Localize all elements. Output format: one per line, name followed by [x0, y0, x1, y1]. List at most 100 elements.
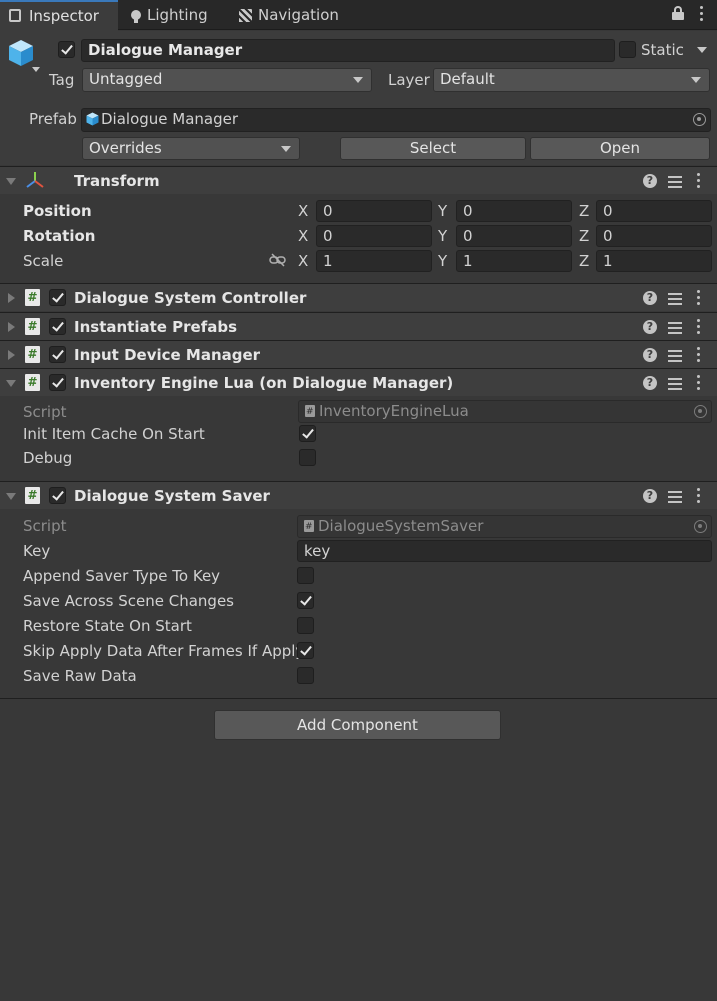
debug-checkbox[interactable] [299, 449, 316, 466]
inventory-lua-body: Script InventoryEngineLua Init Item Cach… [0, 396, 717, 481]
component-input-device-manager[interactable]: # Input Device Manager ? [0, 340, 717, 368]
scale-z-axis[interactable]: Z [579, 251, 589, 271]
object-picker-icon[interactable] [693, 113, 706, 126]
rotation-y-axis[interactable]: Y [438, 226, 447, 246]
position-y-field[interactable]: 0 [456, 200, 572, 222]
rotation-z-field[interactable]: 0 [596, 225, 712, 247]
component-title: Input Device Manager [74, 346, 261, 364]
foldout-open-icon[interactable] [6, 380, 16, 387]
icon-dropdown-caret[interactable] [32, 67, 40, 72]
saver-body: Script DialogueSystemSaver Key key Appen… [0, 509, 717, 699]
component-enabled-checkbox[interactable] [49, 318, 66, 335]
save-raw-data-checkbox[interactable] [297, 667, 314, 684]
foldout-closed-icon[interactable] [8, 322, 15, 332]
tab-lighting[interactable]: Lighting [120, 0, 224, 30]
layer-dropdown[interactable]: Default [433, 68, 710, 92]
context-menu-icon[interactable] [697, 346, 701, 364]
tab-lighting-label: Lighting [147, 6, 208, 24]
script-asset-icon [305, 402, 315, 422]
foldout-closed-icon[interactable] [8, 293, 15, 303]
layer-label: Layer [388, 71, 430, 89]
tag-dropdown[interactable]: Untagged [82, 68, 372, 92]
scale-y-axis[interactable]: Y [438, 251, 447, 271]
presets-icon[interactable] [667, 290, 683, 306]
help-icon[interactable]: ? [643, 291, 657, 305]
prefab-open-button[interactable]: Open [530, 137, 710, 160]
presets-icon[interactable] [667, 375, 683, 391]
script-label: Script [23, 403, 67, 421]
context-menu-icon[interactable] [697, 487, 701, 505]
component-enabled-checkbox[interactable] [49, 374, 66, 391]
component-enabled-checkbox[interactable] [49, 289, 66, 306]
skip-apply-data-checkbox[interactable] [297, 642, 314, 659]
script-icon: # [25, 487, 40, 504]
position-z-axis[interactable]: Z [579, 201, 589, 221]
object-name-field[interactable]: Dialogue Manager [81, 39, 615, 62]
add-component-button[interactable]: Add Component [214, 710, 501, 740]
rotation-z-axis[interactable]: Z [579, 226, 589, 246]
object-picker-icon[interactable] [694, 520, 707, 533]
script-icon: # [25, 289, 40, 306]
component-dialogue-system-controller[interactable]: # Dialogue System Controller ? [0, 283, 717, 311]
component-instantiate-prefabs[interactable]: # Instantiate Prefabs ? [0, 312, 717, 340]
prefab-select-button[interactable]: Select [340, 137, 526, 160]
component-inventory-engine-lua[interactable]: # Inventory Engine Lua (on Dialogue Mana… [0, 368, 717, 396]
foldout-open-icon[interactable] [6, 178, 16, 185]
position-y-axis[interactable]: Y [438, 201, 447, 221]
lock-icon[interactable] [672, 6, 684, 20]
position-x-field[interactable]: 0 [316, 200, 432, 222]
help-icon[interactable]: ? [643, 376, 657, 390]
static-checkbox[interactable] [619, 41, 636, 58]
script-field[interactable]: InventoryEngineLua [298, 400, 712, 423]
help-icon[interactable]: ? [643, 174, 657, 188]
save-across-scenes-checkbox[interactable] [297, 592, 314, 609]
tab-inspector-label: Inspector [29, 7, 99, 25]
context-menu-icon[interactable] [697, 374, 701, 392]
help-icon[interactable]: ? [643, 348, 657, 362]
rotation-x-field[interactable]: 0 [316, 225, 432, 247]
scale-x-field[interactable]: 1 [316, 250, 432, 272]
rotation-x-axis[interactable]: X [298, 226, 308, 246]
component-header-icons: ? [643, 318, 709, 336]
component-enabled-checkbox[interactable] [49, 487, 66, 504]
position-label: Position [23, 202, 92, 220]
help-icon[interactable]: ? [643, 320, 657, 334]
presets-icon[interactable] [667, 173, 683, 189]
constrain-proportions-icon[interactable] [269, 253, 287, 267]
object-picker-icon[interactable] [694, 405, 707, 418]
inspector-icon [9, 9, 21, 22]
context-menu-icon[interactable] [697, 318, 701, 336]
context-menu-icon[interactable] [697, 172, 701, 190]
foldout-open-icon[interactable] [6, 493, 16, 500]
foldout-closed-icon[interactable] [8, 350, 15, 360]
help-icon[interactable]: ? [643, 489, 657, 503]
component-enabled-checkbox[interactable] [49, 346, 66, 363]
component-dialogue-system-saver[interactable]: # Dialogue System Saver ? [0, 481, 717, 509]
position-z-field[interactable]: 0 [596, 200, 712, 222]
scale-z-field[interactable]: 1 [596, 250, 712, 272]
chevron-down-icon [353, 77, 363, 83]
presets-icon[interactable] [667, 319, 683, 335]
tab-menu-icon[interactable] [700, 6, 704, 24]
position-x-axis[interactable]: X [298, 201, 308, 221]
context-menu-icon[interactable] [697, 289, 701, 307]
script-field[interactable]: DialogueSystemSaver [297, 515, 712, 538]
key-field[interactable]: key [297, 540, 712, 562]
active-checkbox[interactable] [58, 41, 75, 58]
overrides-dropdown[interactable]: Overrides [82, 137, 300, 160]
scale-x-axis[interactable]: X [298, 251, 308, 271]
chevron-down-icon [281, 146, 291, 152]
static-dropdown-icon[interactable] [697, 47, 707, 53]
rotation-y-field[interactable]: 0 [456, 225, 572, 247]
navigation-icon [239, 9, 252, 22]
presets-icon[interactable] [667, 488, 683, 504]
presets-icon[interactable] [667, 347, 683, 363]
tab-inspector[interactable]: Inspector [0, 0, 118, 31]
init-item-cache-checkbox[interactable] [299, 425, 316, 442]
restore-state-checkbox[interactable] [297, 617, 314, 634]
prefab-asset-field[interactable]: Dialogue Manager [81, 108, 711, 132]
transform-header[interactable]: Transform ? [0, 166, 717, 194]
tab-navigation[interactable]: Navigation [230, 0, 360, 30]
append-saver-type-checkbox[interactable] [297, 567, 314, 584]
scale-y-field[interactable]: 1 [456, 250, 572, 272]
